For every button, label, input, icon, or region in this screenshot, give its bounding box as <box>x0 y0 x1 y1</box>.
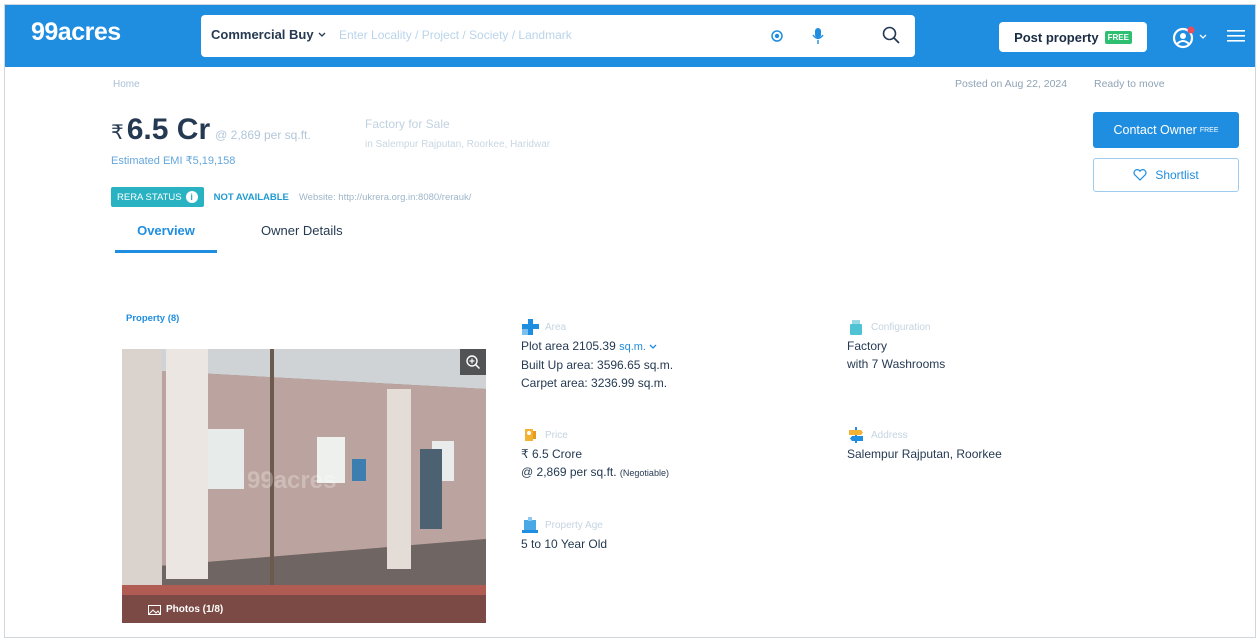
address-detail: Address Salempur Rajputan, Roorkee <box>847 425 1002 463</box>
zoom-button[interactable] <box>460 349 486 375</box>
price-value: 6.5 Cr <box>126 113 211 146</box>
photos-counter[interactable]: Photos (1/8) <box>148 604 223 615</box>
image-icon <box>148 604 161 615</box>
price-detail-per-sqft: @ 2,869 per sq.ft. <box>521 465 617 479</box>
contact-owner-label: Contact Owner <box>1113 123 1197 137</box>
currency-symbol: ₹ <box>111 122 124 144</box>
address-value: Salempur Rajputan, Roorkee <box>847 447 1002 461</box>
post-property-button[interactable]: Post property FREE <box>999 22 1147 52</box>
rera-status-value: NOT AVAILABLE <box>213 191 289 203</box>
breadcrumb-home[interactable]: Home <box>113 79 140 90</box>
post-property-label: Post property <box>1014 29 1099 45</box>
rera-row: RERA STATUS i NOT AVAILABLE Website: htt… <box>111 187 471 207</box>
user-menu[interactable] <box>1171 23 1209 51</box>
property-age-value: 5 to 10 Year Old <box>521 537 608 551</box>
price-per-sqft: @ 2,869 per sq.ft. <box>215 128 311 142</box>
rera-status-label: RERA STATUS <box>117 191 182 203</box>
chevron-down-icon <box>318 32 326 37</box>
chevron-down-icon <box>649 344 657 349</box>
search-icon[interactable] <box>881 25 901 45</box>
listing-location: in Salempur Rajputan, Roorkee, Haridwar <box>365 139 551 150</box>
zoom-in-icon <box>466 355 481 370</box>
plot-area: Plot area 2105.39 <box>521 339 616 353</box>
info-icon: i <box>185 191 198 203</box>
top-header: 99acres Commercial Buy Enter Locality / … <box>5 5 1255 67</box>
area-plus-icon <box>522 319 539 335</box>
estimated-emi-link[interactable]: Estimated EMI ₹5,19,158 <box>111 154 235 167</box>
contact-free-tag: FREE <box>1199 126 1219 134</box>
shortlist-label: Shortlist <box>1155 168 1199 182</box>
search-bar: Commercial Buy Enter Locality / Project … <box>201 15 915 57</box>
chevron-down-icon <box>1199 34 1207 39</box>
price-tag-icon <box>525 429 536 441</box>
mic-icon[interactable] <box>811 27 825 45</box>
address-label: Address <box>871 429 908 441</box>
rera-website-link[interactable]: Website: http://ukrera.org.in:8080/rerau… <box>299 192 472 203</box>
search-type-label: Commercial Buy <box>211 27 314 42</box>
free-badge: FREE <box>1104 30 1132 44</box>
price-detail: Price ₹ 6.5 Crore @ 2,869 per sq.ft. (Ne… <box>521 425 669 482</box>
photo-watermark: 99acres <box>247 467 337 494</box>
property-photo[interactable]: 99acres Photos (1/8) <box>122 349 486 623</box>
area-unit-dropdown[interactable]: sq.m. <box>619 341 657 353</box>
property-photo-count[interactable]: Property (8) <box>126 313 179 324</box>
photos-counter-label: Photos (1/8) <box>166 604 224 615</box>
tab-owner-details[interactable]: Owner Details <box>261 223 343 238</box>
configuration-detail: Configuration Factory with 7 Washrooms <box>847 317 945 373</box>
tab-overview[interactable]: Overview <box>115 223 217 253</box>
hamburger-menu-icon[interactable] <box>1227 29 1245 43</box>
logo[interactable]: 99acres <box>31 18 121 47</box>
location-target-icon[interactable] <box>769 28 785 44</box>
price-label: Price <box>545 429 568 441</box>
page-frame: 99acres Commercial Buy Enter Locality / … <box>4 4 1256 638</box>
configuration-label: Configuration <box>871 321 931 333</box>
listing-title: Factory for Sale <box>365 117 450 131</box>
shortlist-button[interactable]: Shortlist <box>1093 158 1239 192</box>
price-block: ₹ 6.5 Cr @ 2,869 per sq.ft. <box>111 113 311 147</box>
signpost-icon <box>849 427 863 443</box>
possession-status: Ready to move <box>1094 78 1165 90</box>
carpet-area: Carpet area: 3236.99 sq.m. <box>521 376 668 390</box>
area-label: Area <box>545 321 567 333</box>
price-crore: ₹ 6.5 Crore <box>521 447 582 461</box>
area-detail: Area Plot area 2105.39 sq.m. Built Up ar… <box>521 317 673 392</box>
negotiable-tag: (Negotiable) <box>619 468 669 478</box>
user-icon <box>1172 26 1195 49</box>
built-up-area: Built Up area: 3596.65 sq.m. <box>521 358 674 372</box>
search-type-dropdown[interactable]: Commercial Buy <box>211 27 326 42</box>
washroom-icon <box>850 320 862 335</box>
heart-icon <box>1133 169 1147 181</box>
property-age-detail: Property Age 5 to 10 Year Old <box>521 515 607 553</box>
property-age-label: Property Age <box>545 519 603 531</box>
contact-owner-button[interactable]: Contact Owner FREE <box>1093 112 1239 148</box>
washroom-count: with 7 Washrooms <box>847 357 946 371</box>
rera-status-badge[interactable]: RERA STATUS i <box>111 187 204 207</box>
posted-date: Posted on Aug 22, 2024 <box>955 78 1068 90</box>
configuration-type: Factory <box>847 339 888 353</box>
search-input[interactable]: Enter Locality / Project / Society / Lan… <box>339 28 572 42</box>
area-unit-label: sq.m. <box>619 341 646 353</box>
building-age-icon <box>522 517 538 533</box>
